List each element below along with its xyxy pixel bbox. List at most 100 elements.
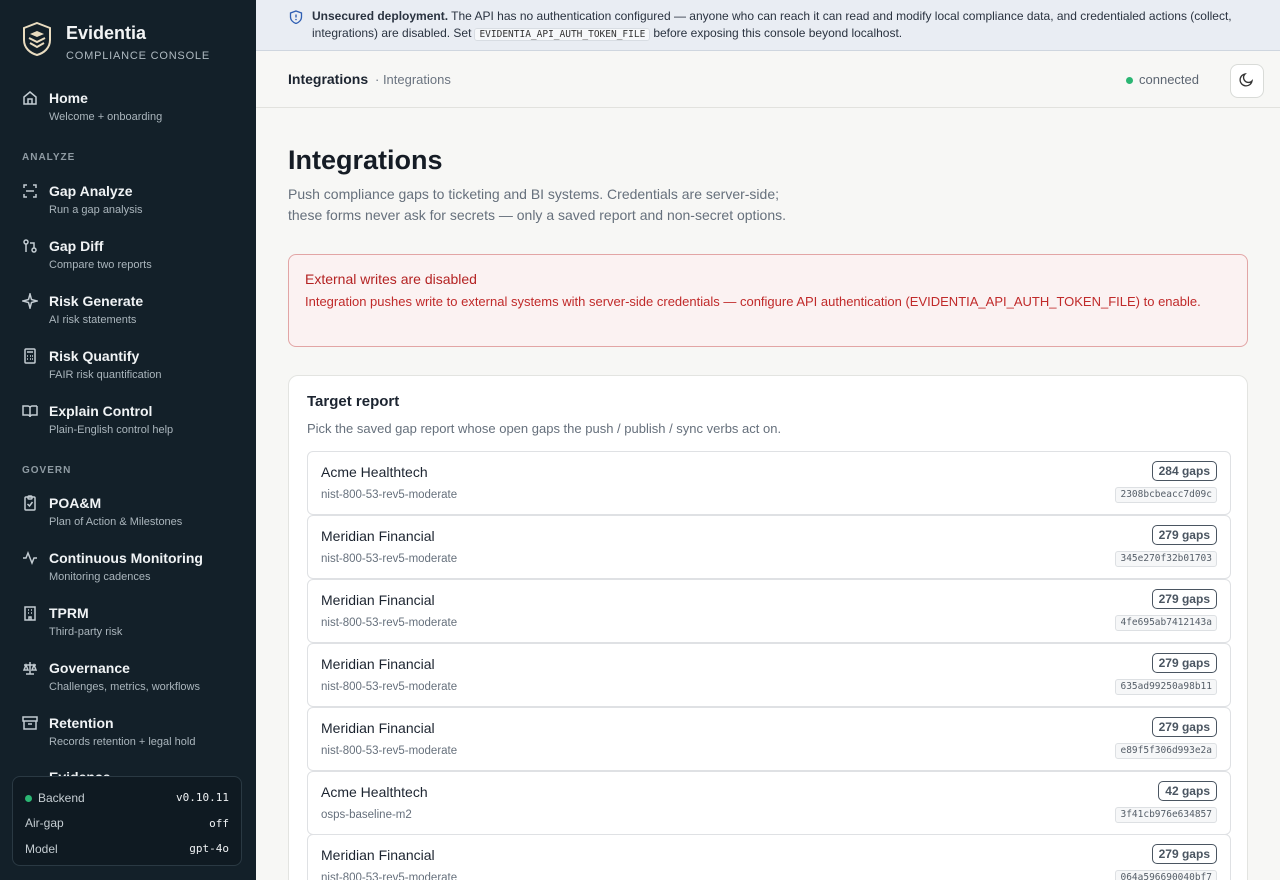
page-description-line: Push compliance gaps to ticketing and BI… <box>288 186 780 202</box>
sidebar-item-title: Gap Analyze <box>49 183 133 199</box>
report-name: Meridian Financial <box>321 656 435 672</box>
report-option[interactable]: Acme Healthtech nist-800-53-rev5-moderat… <box>307 451 1231 515</box>
archive-icon <box>22 715 40 733</box>
breadcrumb-current: Integrations <box>288 71 369 87</box>
scan-icon <box>22 183 40 201</box>
report-option[interactable]: Meridian Financial nist-800-53-rev5-mode… <box>307 834 1231 880</box>
model-label: Model <box>25 841 58 856</box>
model-value: gpt-4o <box>189 842 229 856</box>
sidebar-item-title: Retention <box>49 715 114 731</box>
sidebar-item-subtitle: Third-party risk <box>49 626 123 638</box>
report-option[interactable]: Meridian Financial nist-800-53-rev5-mode… <box>307 579 1231 643</box>
status-row-airgap: Air-gap off <box>25 811 229 837</box>
report-option[interactable]: Meridian Financial nist-800-53-rev5-mode… <box>307 707 1231 771</box>
report-hash: e89f5f306d993e2a <box>1115 743 1217 759</box>
sidebar-item-title: POA&M <box>49 495 102 511</box>
sidebar-item-title: Risk Generate <box>49 293 144 309</box>
airgap-label: Air-gap <box>25 816 64 831</box>
writes-disabled-alert: External writes are disabled Integration… <box>288 254 1248 347</box>
banner-code: EVIDENTIA_API_AUTH_TOKEN_FILE <box>474 28 651 41</box>
sparkle-icon <box>20 291 40 311</box>
report-hash: 635ad99250a98b11 <box>1115 679 1217 695</box>
report-hash: 345e270f32b01703 <box>1115 551 1217 567</box>
banner-text-2: before exposing this console beyond loca… <box>653 26 903 40</box>
gap-count-badge: 279 gaps <box>1151 589 1217 609</box>
brand[interactable]: Evidentia COMPLIANCE CONSOLE <box>22 21 210 62</box>
moon-icon <box>1239 71 1255 92</box>
sidebar-item-retention[interactable]: Retention Records retention + legal hold <box>22 714 242 760</box>
report-framework: nist-800-53-rev5-moderate <box>321 489 458 501</box>
report-option[interactable]: Acme Healthtech osps-baseline-m2 42 gaps… <box>307 771 1231 835</box>
report-name: Meridian Financial <box>321 847 435 863</box>
sidebar-item-tprm[interactable]: TPRM Third-party risk <box>22 604 242 650</box>
connection-label: connected <box>1139 72 1199 87</box>
status-row-model: Model gpt-4o <box>25 836 229 862</box>
backend-version: v0.10.11 <box>176 791 229 805</box>
page-description-line: these forms never ask for secrets — only… <box>288 207 787 223</box>
sidebar-item-home[interactable]: Home Welcome + onboarding <box>22 89 242 135</box>
section-label-analyze: ANALYZE <box>22 152 76 163</box>
sidebar-item-subtitle: Plan of Action & Milestones <box>49 516 183 528</box>
book-icon <box>22 403 40 421</box>
card-description: Pick the saved gap report whose open gap… <box>307 421 782 436</box>
report-hash: 064a596690040bf7 <box>1115 870 1217 880</box>
banner-bold: Unsecured deployment. <box>312 9 449 23</box>
alert-body: Integration pushes write to external sys… <box>305 294 1201 309</box>
status-row-backend: Backend v0.10.11 <box>25 785 229 811</box>
sidebar-item-title: Governance <box>49 660 130 676</box>
report-name: Meridian Financial <box>321 528 435 544</box>
brand-subtitle: COMPLIANCE CONSOLE <box>66 50 210 62</box>
alert-title: External writes are disabled <box>305 271 477 287</box>
breadcrumb-sub: · Integrations <box>375 72 451 87</box>
report-framework: nist-800-53-rev5-moderate <box>321 872 458 880</box>
sidebar-item-governance[interactable]: Governance Challenges, metrics, workflows <box>22 659 242 705</box>
report-hash: 2308bcbeacc7d09c <box>1115 487 1217 503</box>
sidebar-item-title: Continuous Monitoring <box>49 550 203 566</box>
sidebar-item-gap-diff[interactable]: Gap Diff Compare two reports <box>22 237 242 283</box>
gap-count-badge: 279 gaps <box>1151 653 1217 673</box>
sidebar-item-poam[interactable]: POA&M Plan of Action & Milestones <box>22 494 242 540</box>
page-title: Integrations <box>288 145 443 175</box>
report-framework: nist-800-53-rev5-moderate <box>321 745 458 757</box>
sidebar-item-title: Risk Quantify <box>49 348 140 364</box>
report-hash: 4fe695ab7412143a <box>1115 615 1217 631</box>
report-option[interactable]: Meridian Financial nist-800-53-rev5-mode… <box>307 515 1231 579</box>
sidebar-item-gap-analyze[interactable]: Gap Analyze Run a gap analysis <box>22 182 242 228</box>
sidebar-item-subtitle: Plain-English control help <box>49 424 174 436</box>
sidebar-item-subtitle: Monitoring cadences <box>49 571 151 583</box>
sidebar-item-explain-control[interactable]: Explain Control Plain-English control hel… <box>22 402 242 448</box>
sidebar: Evidentia COMPLIANCE CONSOLE Home Welcome… <box>0 0 256 880</box>
sidebar-item-subtitle: Compare two reports <box>49 259 152 271</box>
sidebar-item-subtitle: FAIR risk quantification <box>49 369 162 381</box>
page-description: Push compliance gaps to ticketing and BI… <box>288 184 848 226</box>
calculator-icon <box>22 348 40 366</box>
gap-count-badge: 42 gaps <box>1158 781 1217 801</box>
airgap-value: off <box>209 816 229 830</box>
home-icon <box>22 90 40 108</box>
card-title: Target report <box>307 393 400 410</box>
report-framework: osps-baseline-m2 <box>321 809 412 821</box>
gap-count-badge: 279 gaps <box>1151 717 1217 737</box>
status-dot-icon <box>25 795 32 803</box>
sidebar-item-subtitle: Welcome + onboarding <box>49 111 163 123</box>
report-framework: nist-800-53-rev5-moderate <box>321 553 458 565</box>
sidebar-item-title: Explain Control <box>49 403 153 419</box>
report-framework: nist-800-53-rev5-moderate <box>321 681 458 693</box>
sidebar-item-title: Gap Diff <box>49 238 104 254</box>
status-card: Backend v0.10.11 Air-gap off Model gpt-4… <box>12 776 242 866</box>
sidebar-item-continuous-monitoring[interactable]: Continuous Monitoring Monitoring cadences <box>22 549 242 595</box>
theme-toggle-button[interactable] <box>1230 64 1264 98</box>
shield-alert-icon <box>289 10 303 25</box>
report-name: Meridian Financial <box>321 592 435 608</box>
report-option[interactable]: Meridian Financial nist-800-53-rev5-mode… <box>307 643 1231 707</box>
sidebar-item-risk-generate[interactable]: Risk Generate AI risk statements <box>20 291 242 338</box>
building-icon <box>22 605 40 623</box>
gap-count-badge: 284 gaps <box>1151 461 1217 481</box>
sidebar-item-subtitle: AI risk statements <box>49 314 137 326</box>
clipboard-icon <box>22 495 40 513</box>
sidebar-item-risk-quantify[interactable]: Risk Quantify FAIR risk quantification <box>22 347 242 393</box>
connected-dot-icon <box>1126 77 1133 85</box>
sidebar-item-subtitle: Challenges, metrics, workflows <box>49 681 200 693</box>
scale-icon <box>22 660 40 678</box>
activity-icon <box>22 550 40 568</box>
